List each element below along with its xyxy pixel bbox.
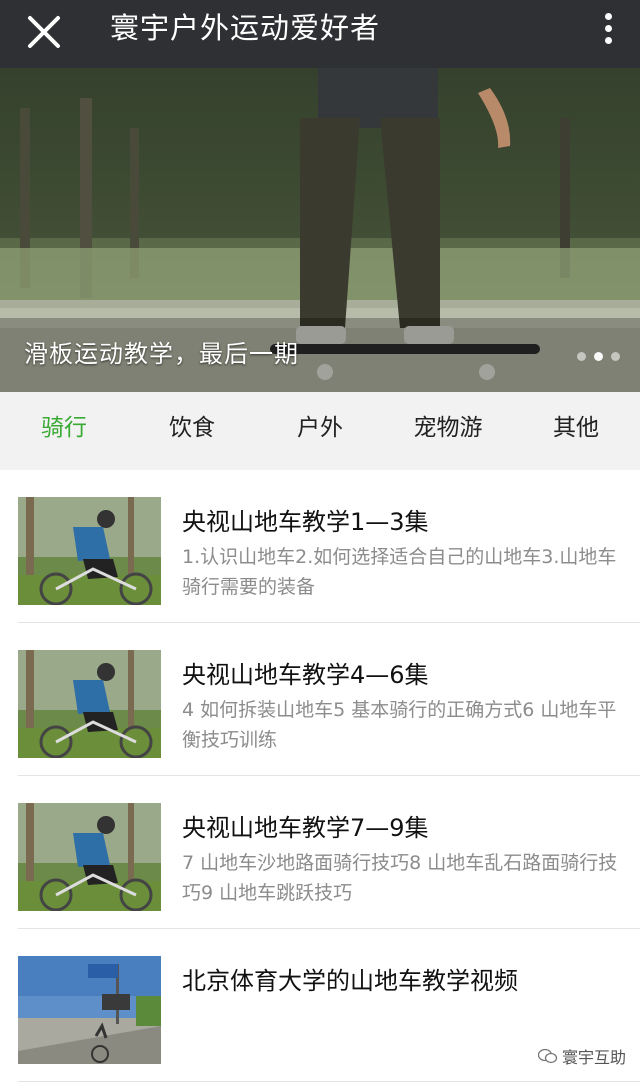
article-title: 北京体育大学的山地车教学视频 bbox=[182, 967, 518, 995]
carousel-dot[interactable] bbox=[577, 352, 586, 361]
article-thumbnail bbox=[18, 803, 161, 911]
carousel-dot[interactable] bbox=[611, 352, 620, 361]
watermark: 寰宇互助 bbox=[537, 1044, 626, 1068]
list-item[interactable]: 央视山地车教学4—6集 4 如何拆装山地车5 基本骑行的正确方式6 山地车平衡技… bbox=[18, 623, 640, 776]
page-title: 寰宇户外运动爱好者 bbox=[110, 11, 381, 45]
list-item[interactable]: 央视山地车教学7—9集 7 山地车沙地路面骑行技巧8 山地车乱石路面骑行技巧9 … bbox=[18, 776, 640, 929]
watermark-text: 寰宇互助 bbox=[561, 1048, 626, 1067]
wechat-icon bbox=[537, 1048, 558, 1064]
article-thumbnail bbox=[18, 650, 161, 758]
list-item[interactable]: 央视山地车教学1—3集 1.认识山地车2.如何选择适合自己的山地车3.山地车骑行… bbox=[18, 470, 640, 623]
article-thumbnail bbox=[18, 956, 161, 1064]
article-title: 央视山地车教学7—9集 bbox=[182, 814, 429, 842]
carousel-dots bbox=[569, 346, 620, 365]
tab-other[interactable]: 其他 bbox=[512, 392, 640, 470]
article-title: 央视山地车教学4—6集 bbox=[182, 661, 429, 689]
close-icon[interactable] bbox=[22, 10, 66, 54]
tab-outdoor[interactable]: 户外 bbox=[256, 392, 384, 470]
article-desc: 4 如何拆装山地车5 基本骑行的正确方式6 山地车平衡技巧训练 bbox=[182, 699, 617, 751]
tab-diet[interactable]: 饮食 bbox=[128, 392, 256, 470]
article-title: 央视山地车教学1—3集 bbox=[182, 508, 429, 536]
category-tabs: 骑行 饮食 户外 宠物游 其他 bbox=[0, 392, 640, 470]
tab-pet-travel[interactable]: 宠物游 bbox=[384, 392, 512, 470]
article-list: 央视山地车教学1—3集 1.认识山地车2.如何选择适合自己的山地车3.山地车骑行… bbox=[0, 470, 640, 1082]
banner-carousel[interactable]: 滑板运动教学，最后一期 bbox=[0, 68, 640, 392]
top-bar: 寰宇户外运动爱好者 bbox=[0, 0, 640, 68]
article-thumbnail bbox=[18, 497, 161, 605]
article-desc: 7 山地车沙地路面骑行技巧8 山地车乱石路面骑行技巧9 山地车跳跃技巧 bbox=[182, 852, 618, 904]
tab-cycling[interactable]: 骑行 bbox=[0, 392, 128, 470]
article-desc: 1.认识山地车2.如何选择适合自己的山地车3.山地车骑行需要的装备 bbox=[182, 546, 617, 598]
carousel-dot[interactable] bbox=[594, 352, 603, 361]
banner-caption: 滑板运动教学，最后一期 bbox=[24, 340, 299, 368]
more-vertical-icon[interactable] bbox=[598, 8, 618, 54]
